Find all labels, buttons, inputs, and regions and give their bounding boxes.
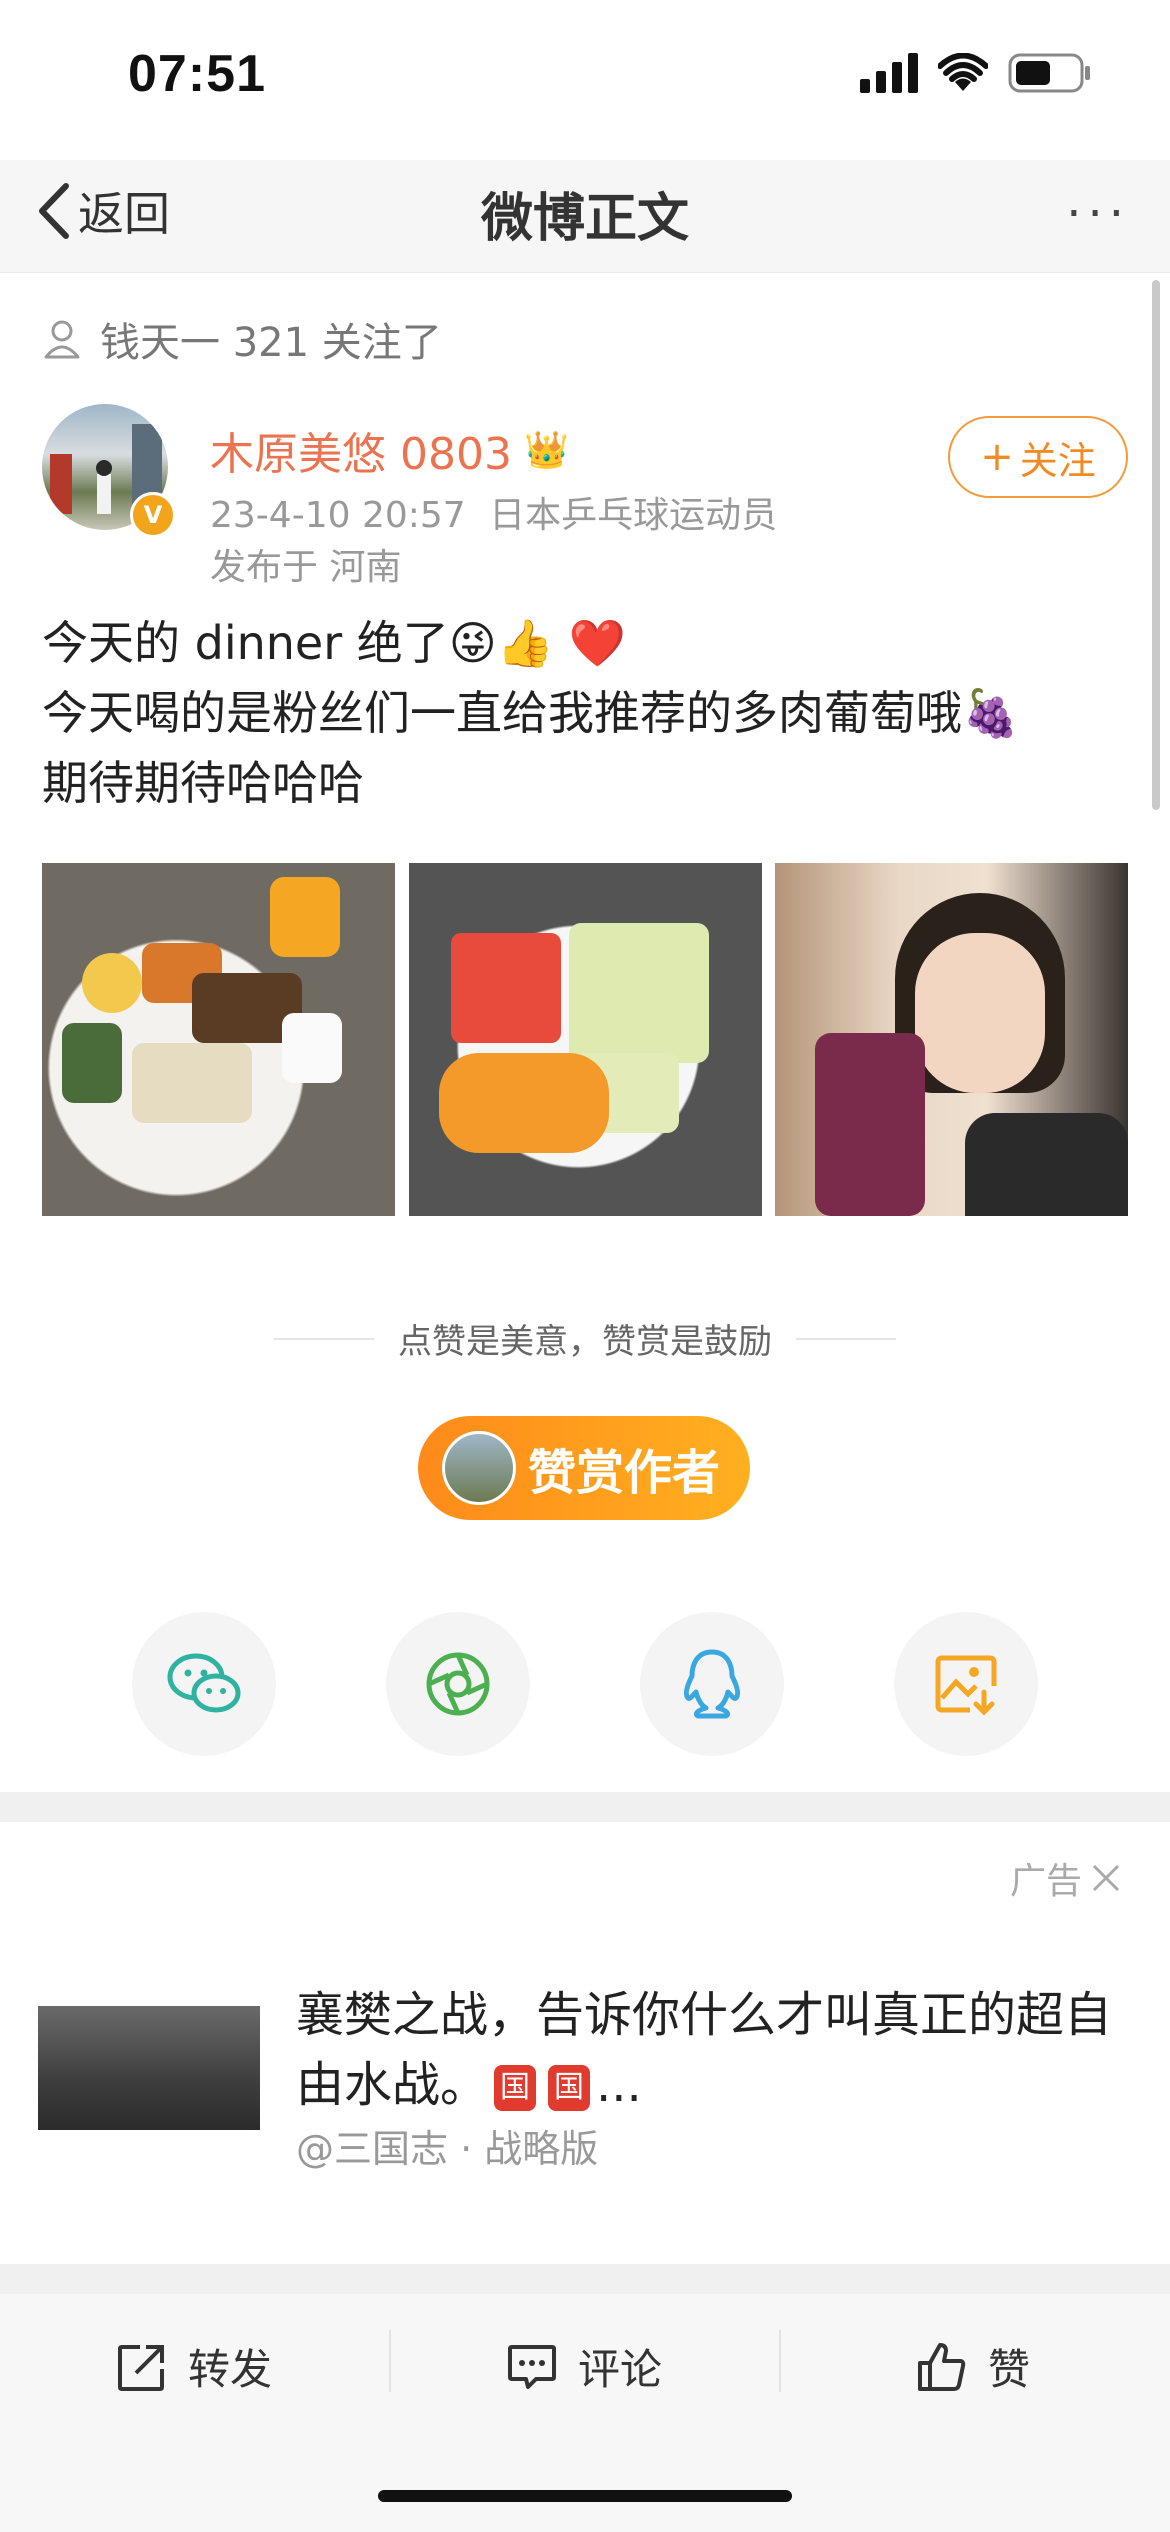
post-datetime: 23-4-10 20:57: [210, 495, 466, 536]
share-wechat-button[interactable]: [132, 1612, 276, 1756]
status-time: 07:51: [128, 45, 266, 103]
follow-note-text: 钱天一 321 关注了: [100, 320, 442, 366]
tip-author-button[interactable]: 赞赏作者: [418, 1416, 750, 1520]
follow-note: 钱天一 321 关注了: [42, 310, 442, 368]
divider: [274, 1337, 374, 1340]
ad-title-text: 襄樊之战，告诉你什么才叫真正的超自由水战。: [296, 1987, 1113, 2113]
wifi-icon: [938, 53, 988, 91]
section-divider: [0, 1792, 1170, 1822]
ad-title[interactable]: 襄樊之战，告诉你什么才叫真正的超自由水战。国国...: [296, 1980, 1126, 2120]
post-text-line: 今天的 dinner 绝了😜👍 ❤️: [42, 616, 626, 670]
share-moments-button[interactable]: [386, 1612, 530, 1756]
divider: [389, 2330, 391, 2392]
post-text-line: 今天喝的是粉丝们一直给我推荐的多肉葡萄哦🍇: [42, 686, 1020, 740]
battery-icon: [1008, 53, 1090, 93]
moments-icon: [426, 1652, 490, 1716]
signal-icon: [860, 53, 918, 93]
post-text: 今天的 dinner 绝了😜👍 ❤️ 今天喝的是粉丝们一直给我推荐的多肉葡萄哦🍇…: [42, 608, 1132, 818]
like-label: 赞: [988, 2345, 1031, 2394]
ad-label-text: 广告: [1010, 1861, 1083, 1902]
crown-icon: 👑: [523, 430, 569, 471]
post-image-food-plate[interactable]: [42, 863, 395, 1216]
divider: [796, 1337, 896, 1340]
comment-label: 评论: [578, 2345, 663, 2394]
qq-icon: [683, 1649, 741, 1719]
close-icon[interactable]: [1090, 1862, 1122, 1894]
status-icons: [860, 52, 1092, 94]
follow-button[interactable]: + 关注: [948, 416, 1128, 498]
ad-image[interactable]: [38, 2006, 260, 2130]
ad-badge-icon: 国: [548, 2065, 591, 2111]
divider: [779, 2330, 781, 2392]
ad-label[interactable]: 广告: [1010, 1852, 1122, 1904]
comment-icon: [508, 2344, 556, 2389]
ad-title-ellipsis: ...: [596, 2057, 642, 2113]
verified-badge: V: [130, 492, 176, 538]
author-name-text: 木原美悠 0803: [210, 429, 512, 480]
share-qq-button[interactable]: [640, 1612, 784, 1756]
author-bio: 日本乒乓球运动员: [489, 495, 778, 536]
scrollbar[interactable]: [1152, 280, 1160, 810]
post-location: 发布于 河南: [210, 547, 402, 588]
like-button[interactable]: 赞: [916, 2336, 1030, 2397]
thumbs-up-icon: [918, 2342, 966, 2391]
wechat-icon: [167, 1653, 241, 1713]
post-image-selfie[interactable]: [775, 863, 1128, 1216]
home-indicator[interactable]: [378, 2490, 792, 2502]
ad-badge-icon: 国: [494, 2065, 537, 2111]
save-image-icon: [935, 1655, 997, 1716]
author-name[interactable]: 木原美悠 0803 👑: [210, 418, 569, 482]
post-meta: 23-4-10 20:57 日本乒乓球运动员: [210, 486, 777, 538]
tip-button-label: 赞赏作者: [528, 1445, 721, 1501]
plus-icon: +: [980, 434, 1014, 480]
post-text-line: 期待期待哈哈哈: [42, 756, 364, 810]
praise-line: 点赞是美意，赞赏是鼓励: [0, 1314, 1170, 1363]
person-icon: [44, 320, 80, 359]
save-image-button[interactable]: [894, 1612, 1038, 1756]
praise-text: 点赞是美意，赞赏是鼓励: [398, 1322, 772, 1362]
comment-button[interactable]: 评论: [506, 2336, 662, 2397]
repost-label: 转发: [188, 2345, 273, 2394]
section-divider: [0, 2264, 1170, 2294]
follow-button-label: 关注: [1019, 438, 1096, 483]
repost-button[interactable]: 转发: [116, 2336, 272, 2397]
avatar: [442, 1431, 516, 1505]
more-menu-icon[interactable]: ···: [1066, 186, 1130, 242]
post-image-fruit-plate[interactable]: [409, 863, 762, 1216]
ad-source[interactable]: @三国志 · 战略版: [296, 2118, 598, 2173]
repost-icon: [118, 2344, 164, 2391]
page-title: 微博正文: [480, 189, 689, 249]
